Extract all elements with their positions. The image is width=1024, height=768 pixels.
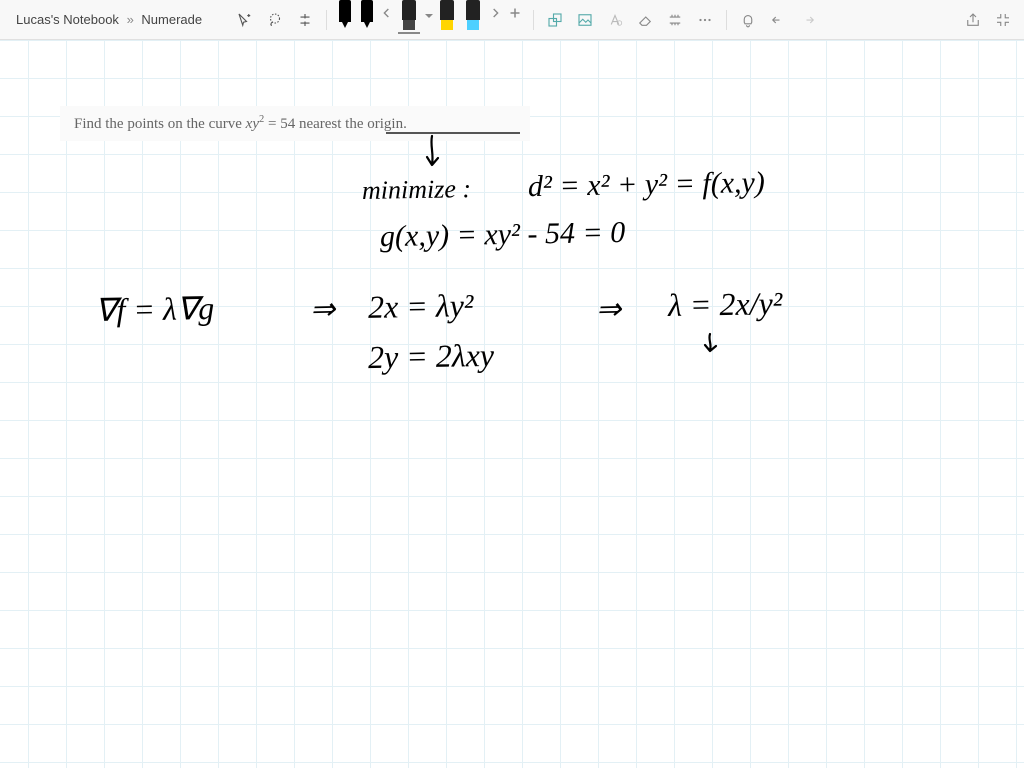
handwriting-minimize: minimize : bbox=[362, 174, 472, 206]
highlighter-yellow[interactable] bbox=[436, 0, 458, 34]
handwriting-g: g(x,y) = xy² - 54 = 0 bbox=[380, 216, 626, 254]
eraser-icon bbox=[636, 11, 654, 29]
image-icon bbox=[576, 11, 594, 29]
divider bbox=[326, 10, 327, 30]
fullscreen-exit-button[interactable] bbox=[990, 7, 1016, 33]
underline bbox=[386, 132, 520, 134]
undo-button[interactable] bbox=[765, 7, 791, 33]
share-icon bbox=[964, 11, 982, 29]
breadcrumb[interactable]: Lucas's Notebook » Numerade bbox=[8, 12, 210, 27]
bell-icon bbox=[739, 11, 757, 29]
handwriting-imp1: ⇒ bbox=[310, 292, 336, 327]
problem-prefix: Find the points on the curve bbox=[74, 116, 246, 132]
equation-eq: = 54 bbox=[264, 116, 295, 132]
fullscreen-exit-icon bbox=[994, 11, 1012, 29]
arrow-down-2 bbox=[700, 332, 724, 358]
text-cursor-button[interactable] bbox=[232, 7, 258, 33]
pen-group bbox=[335, 0, 525, 40]
more-button[interactable] bbox=[692, 7, 718, 33]
divider bbox=[726, 10, 727, 30]
pen-black-2[interactable] bbox=[358, 0, 376, 32]
toolbar: Lucas's Notebook » Numerade bbox=[0, 0, 1024, 40]
problem-suffix: nearest the origin. bbox=[295, 116, 407, 132]
ruler-icon bbox=[666, 11, 684, 29]
prev-button[interactable] bbox=[379, 0, 395, 26]
lasso-button[interactable] bbox=[262, 7, 288, 33]
share-button[interactable] bbox=[960, 7, 986, 33]
chevron-left-icon bbox=[379, 4, 395, 22]
handwriting-2x: 2x = λy² bbox=[368, 287, 474, 326]
redo-button[interactable] bbox=[795, 7, 821, 33]
breadcrumb-notebook: Lucas's Notebook bbox=[16, 12, 119, 27]
text-recognition-button[interactable] bbox=[602, 7, 628, 33]
lasso-icon bbox=[266, 11, 284, 29]
redo-icon bbox=[799, 11, 817, 29]
text-a-icon bbox=[606, 11, 624, 29]
add-pen-button[interactable] bbox=[505, 0, 525, 26]
equation-lhs: xy bbox=[246, 116, 259, 132]
breadcrumb-separator: » bbox=[127, 12, 134, 27]
more-icon bbox=[696, 11, 714, 29]
shapes-button[interactable] bbox=[542, 7, 568, 33]
shapes-icon bbox=[546, 11, 564, 29]
divider bbox=[533, 10, 534, 30]
panel-split-icon bbox=[296, 11, 314, 29]
problem-statement: Find the points on the curve xy2 = 54 ne… bbox=[60, 106, 530, 141]
undo-icon bbox=[769, 11, 787, 29]
next-button[interactable] bbox=[487, 0, 503, 26]
image-button[interactable] bbox=[572, 7, 598, 33]
handwriting-grad: ∇f = λ∇g bbox=[95, 289, 215, 329]
chevron-right-icon bbox=[487, 4, 503, 22]
canvas-area[interactable]: Find the points on the curve xy2 = 54 ne… bbox=[0, 40, 1024, 768]
panel-split-button[interactable] bbox=[292, 7, 318, 33]
arrow-down-1 bbox=[420, 134, 450, 174]
pen-black-1[interactable] bbox=[336, 0, 354, 32]
handwriting-2y: 2y = 2λxy bbox=[368, 337, 495, 376]
ruler-button[interactable] bbox=[662, 7, 688, 33]
handwriting-imp2: ⇒ bbox=[596, 292, 622, 327]
notification-button[interactable] bbox=[735, 7, 761, 33]
highlighter-cyan[interactable] bbox=[462, 0, 484, 34]
handwriting-lambda: λ = 2x/y² bbox=[668, 285, 783, 324]
plus-icon bbox=[506, 4, 524, 22]
handwriting-d2: d² = x² + y² = f(x,y) bbox=[528, 166, 765, 204]
text-cursor-icon bbox=[236, 11, 254, 29]
breadcrumb-page: Numerade bbox=[141, 12, 202, 27]
eraser-button[interactable] bbox=[632, 7, 658, 33]
highlighter-black[interactable] bbox=[398, 0, 420, 34]
